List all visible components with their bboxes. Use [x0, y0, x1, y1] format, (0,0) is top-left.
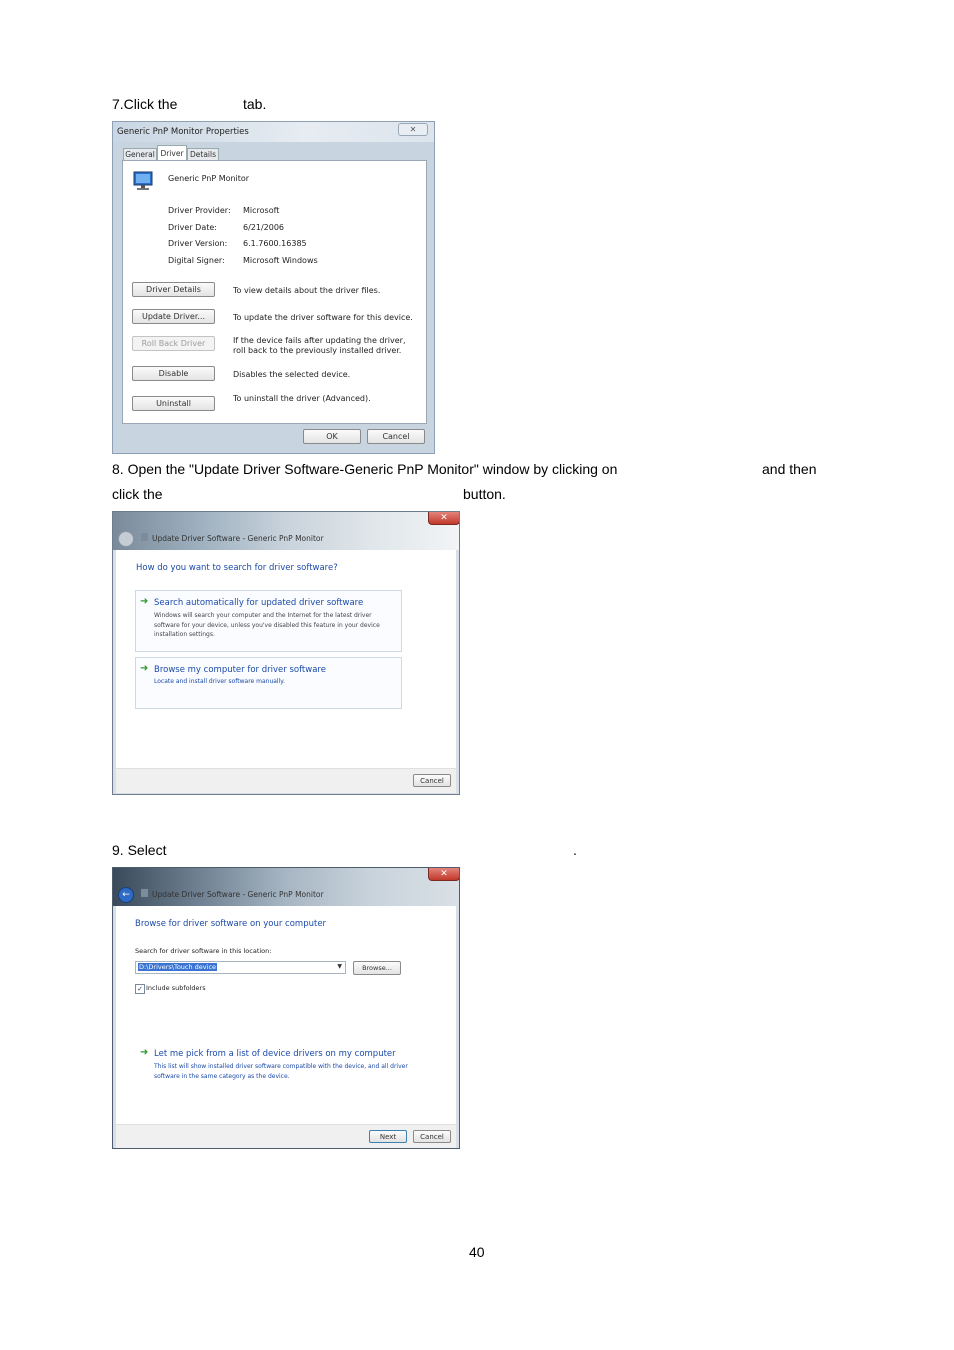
properties-title: Generic PnP Monitor Properties	[117, 127, 249, 137]
info-value: 6.1.7600.16385	[243, 239, 307, 248]
uninstall-desc: To uninstall the driver (Advanced).	[233, 394, 371, 403]
info-label: Digital Signer:	[168, 256, 225, 265]
device-icon	[141, 533, 148, 541]
browse-heading: Browse for driver software on your compu…	[135, 919, 327, 929]
update-footer: Cancel	[116, 768, 456, 793]
option1-title: Search automatically for updated driver …	[154, 598, 364, 608]
browse-footer: Next Cancel	[116, 1124, 456, 1148]
browse-titlebar	[113, 868, 459, 906]
include-subfolders-checkbox[interactable]: ✓	[135, 984, 145, 994]
close-icon[interactable]: ✕	[428, 868, 459, 881]
step7-line: 7.Click the	[112, 96, 177, 112]
search-label: Search for driver software in this locat…	[135, 947, 272, 955]
green-arrow-icon: ➜	[140, 1047, 149, 1058]
chevron-down-icon[interactable]: ▼	[337, 963, 342, 970]
monitor-icon	[133, 171, 153, 190]
device-icon	[141, 889, 148, 897]
step8-line1-prefix: 8. Open the "Update Driver Software-Gene…	[112, 461, 618, 477]
path-input[interactable]: D:\Drivers\Touch device ▼	[135, 961, 346, 974]
pick-title: Let me pick from a list of device driver…	[154, 1049, 396, 1059]
update-driver-button[interactable]: Update Driver...	[132, 309, 215, 324]
update-content: How do you want to search for driver sof…	[116, 550, 456, 768]
disable-desc: Disables the selected device.	[233, 370, 351, 379]
device-name: Generic PnP Monitor	[168, 174, 250, 183]
driver-details-desc: To view details about the driver files.	[233, 286, 381, 295]
cancel-button[interactable]: Cancel	[413, 774, 451, 787]
roll-back-driver-button[interactable]: Roll Back Driver	[132, 336, 215, 351]
update-driver-desc: To update the driver software for this d…	[233, 313, 413, 322]
step7-prefix: 7.Click the	[112, 96, 178, 112]
include-subfolders-label: Include subfolders	[146, 984, 206, 992]
search-question: How do you want to search for driver sof…	[136, 563, 338, 573]
pick-desc: This list will show installed driver sof…	[154, 1063, 408, 1080]
back-arrow-icon[interactable]: ←	[118, 887, 134, 903]
page-number: 40	[469, 1244, 485, 1260]
close-icon[interactable]: ✕	[398, 123, 428, 136]
cancel-button[interactable]: Cancel	[413, 1130, 451, 1143]
step9-prefix: 9. Select	[112, 842, 167, 858]
driver-panel: Generic PnP Monitor Driver Provider: Mic…	[122, 160, 427, 424]
search-auto-option[interactable]: ➜ Search automatically for updated drive…	[135, 590, 402, 652]
next-button[interactable]: Next	[369, 1130, 407, 1143]
uninstall-button[interactable]: Uninstall	[132, 396, 215, 411]
driver-details-button[interactable]: Driver Details	[132, 282, 215, 297]
back-arrow-icon[interactable]	[118, 531, 134, 547]
browse-title: Update Driver Software - Generic PnP Mon…	[152, 890, 324, 899]
step7-suffix: tab.	[243, 96, 267, 112]
ok-button[interactable]: OK	[303, 429, 361, 444]
option2-desc: Locate and install driver software manua…	[154, 678, 285, 685]
properties-dialog: Generic PnP Monitor Properties ✕ General…	[112, 121, 435, 454]
step8-line2-prefix: click the	[112, 486, 163, 502]
cancel-button[interactable]: Cancel	[367, 429, 425, 444]
roll-back-desc: If the device fails after updating the d…	[233, 336, 406, 355]
browse-computer-option[interactable]: ➜ Browse my computer for driver software…	[135, 657, 402, 709]
info-label: Driver Provider:	[168, 206, 231, 215]
browse-button[interactable]: Browse...	[353, 961, 401, 975]
update-title: Update Driver Software - Generic PnP Mon…	[152, 534, 324, 543]
update-titlebar	[113, 512, 459, 550]
info-value: 6/21/2006	[243, 223, 285, 232]
green-arrow-icon: ➜	[140, 596, 149, 607]
option1-desc: Windows will search your computer and th…	[154, 612, 380, 638]
step8-line2-suffix: button.	[463, 486, 506, 502]
step8-line1-suffix: and then	[762, 461, 817, 477]
browse-content: Browse for driver software on your compu…	[116, 906, 456, 1124]
info-label: Driver Date:	[168, 223, 217, 232]
tab-general[interactable]: General	[123, 148, 157, 160]
update-driver-dialog: ✕ Update Driver Software - Generic PnP M…	[112, 511, 460, 795]
info-value: Microsoft Windows	[243, 256, 318, 265]
path-value: D:\Drivers\Touch device	[138, 963, 218, 971]
tab-details[interactable]: Details	[187, 148, 219, 160]
info-value: Microsoft	[243, 206, 280, 215]
tab-driver[interactable]: Driver	[157, 145, 187, 161]
disable-button[interactable]: Disable	[132, 366, 215, 381]
option2-title: Browse my computer for driver software	[154, 665, 326, 675]
info-label: Driver Version:	[168, 239, 228, 248]
browse-driver-dialog: ✕ ← Update Driver Software - Generic PnP…	[112, 867, 460, 1149]
close-icon[interactable]: ✕	[428, 512, 459, 525]
step9-suffix: .	[573, 842, 577, 858]
green-arrow-icon: ➜	[140, 663, 149, 674]
pick-from-list-option[interactable]: ➜ Let me pick from a list of device driv…	[136, 1047, 416, 1087]
